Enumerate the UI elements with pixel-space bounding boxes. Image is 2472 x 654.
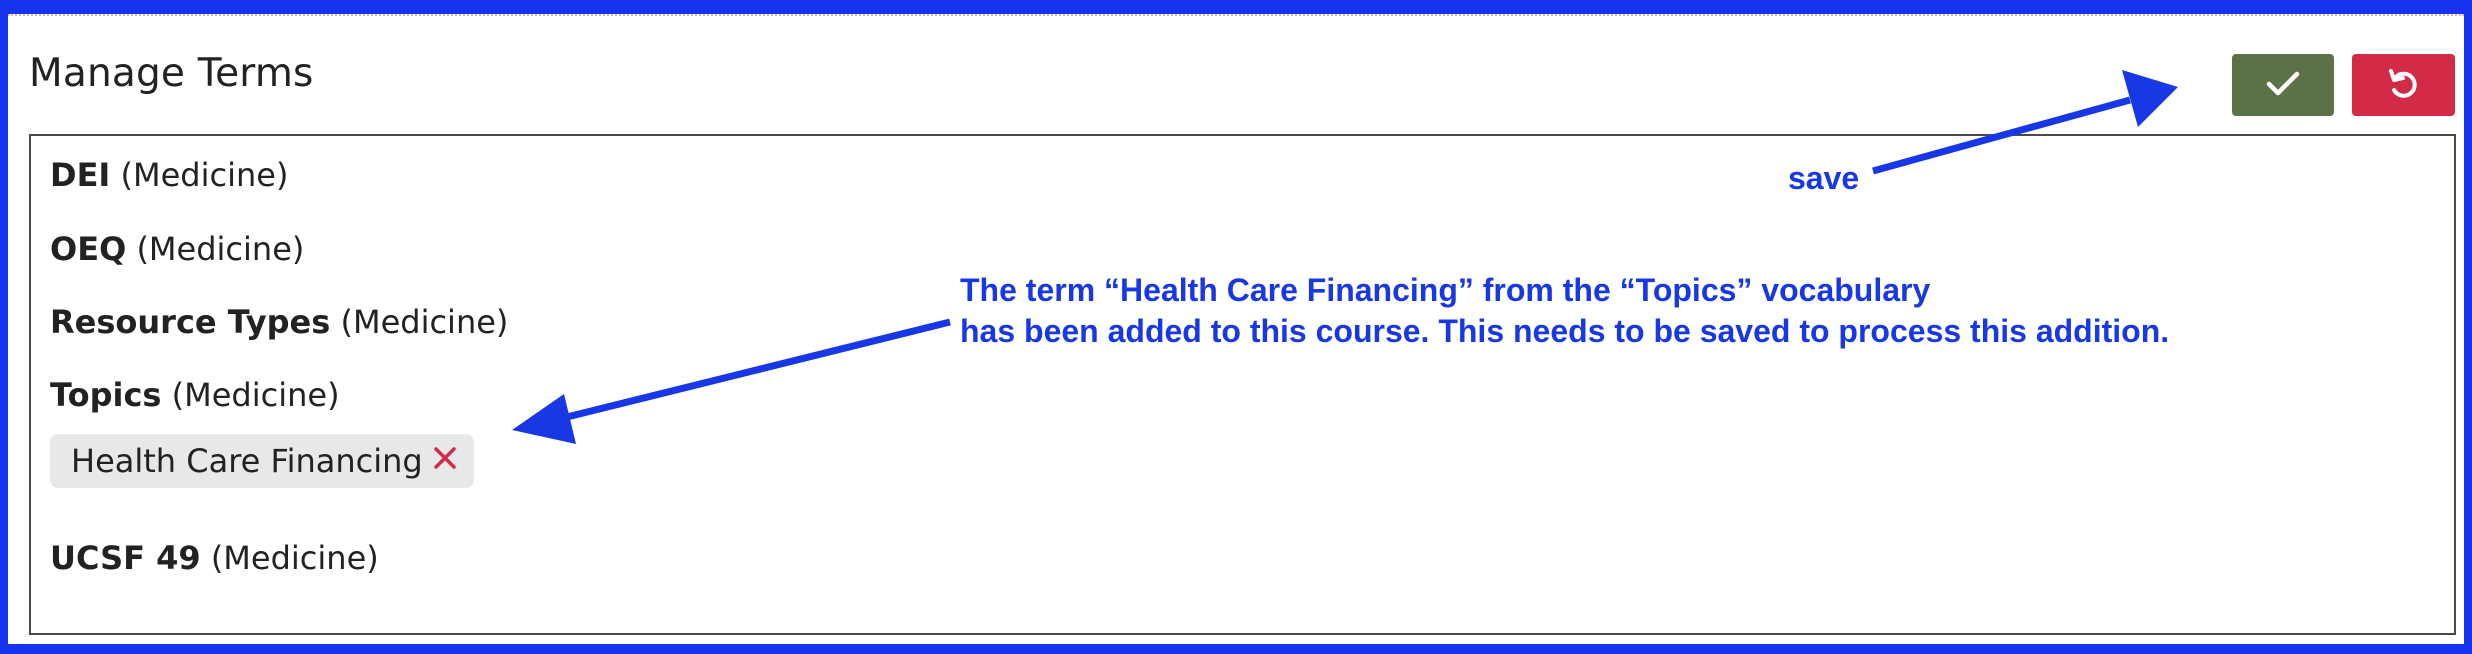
cancel-button[interactable]	[2352, 54, 2455, 116]
top-divider	[8, 14, 2464, 16]
save-button[interactable]	[2232, 54, 2334, 116]
vocabulary-name: UCSF 49	[50, 539, 201, 577]
vocabulary-school: (Medicine)	[171, 376, 340, 414]
check-icon	[2266, 71, 2300, 100]
page-title: Manage Terms	[29, 51, 314, 96]
terms-panel	[29, 134, 2456, 635]
vocabulary-resource-types[interactable]: Resource Types (Medicine)	[50, 303, 508, 341]
vocabulary-dei[interactable]: DEI (Medicine)	[50, 156, 288, 194]
vocabulary-school: (Medicine)	[210, 539, 379, 577]
annotation-note-line-2: has been added to this course. This need…	[960, 313, 2170, 349]
vocabulary-name: DEI	[50, 156, 111, 194]
term-tag-health-care-financing: Health Care Financing	[50, 434, 474, 488]
vocabulary-topics[interactable]: Topics (Medicine)	[50, 376, 340, 414]
term-tag-label: Health Care Financing	[71, 442, 423, 480]
close-icon	[433, 446, 457, 474]
save-annotation: save	[1788, 160, 1860, 196]
undo-icon	[2386, 66, 2422, 105]
remove-term-button[interactable]	[428, 440, 462, 480]
vocabulary-ucsf-49[interactable]: UCSF 49 (Medicine)	[50, 539, 379, 577]
vocabulary-name: Topics	[50, 376, 162, 414]
annotation-note-line-1: The term “Health Care Financing” from th…	[960, 272, 1931, 308]
vocabulary-name: Resource Types	[50, 303, 331, 341]
vocabulary-oeq[interactable]: OEQ (Medicine)	[50, 230, 304, 268]
vocabulary-school: (Medicine)	[136, 230, 305, 268]
save-arrow-head	[2122, 70, 2178, 127]
vocabulary-school: (Medicine)	[340, 303, 509, 341]
vocabulary-name: OEQ	[50, 230, 127, 268]
vocabulary-school: (Medicine)	[120, 156, 289, 194]
